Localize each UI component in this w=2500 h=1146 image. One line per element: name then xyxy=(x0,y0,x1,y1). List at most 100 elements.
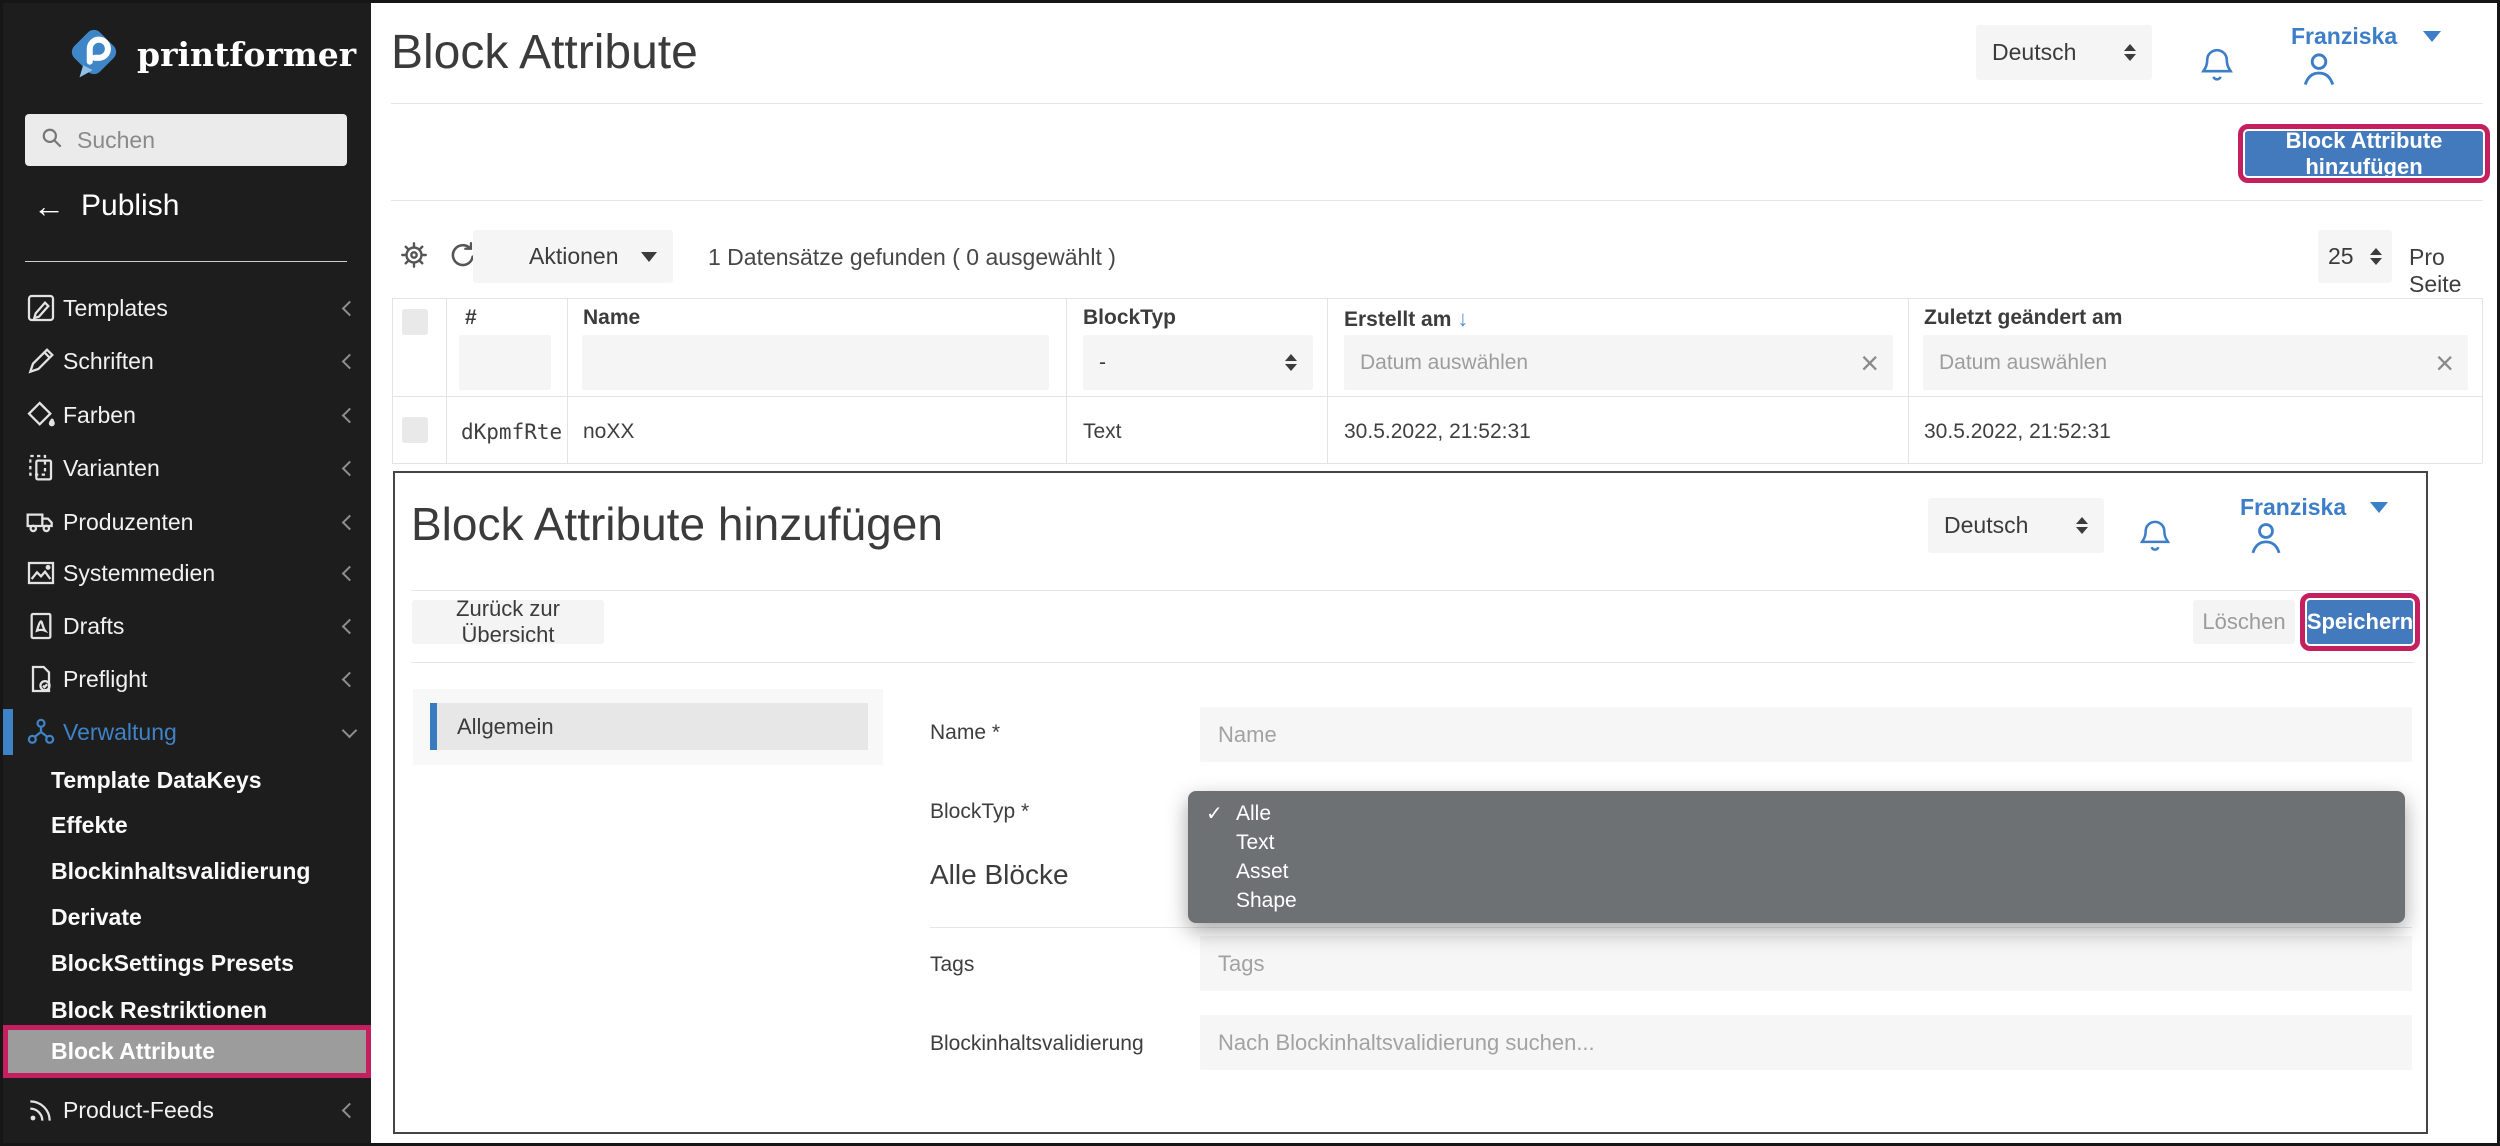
table-border xyxy=(2482,298,2483,463)
blocktyp-dropdown-menu: ✓ Alle Text Asset Shape xyxy=(1188,791,2405,923)
language-select[interactable]: Deutsch xyxy=(1976,25,2152,80)
per-page-select[interactable]: 25 xyxy=(2318,230,2392,283)
select-all-checkbox[interactable] xyxy=(402,309,428,335)
delete-button[interactable]: Löschen xyxy=(2193,600,2295,644)
dropdown-arrow-icon xyxy=(641,252,657,262)
sidebar-subitem-block-attribute[interactable]: Block Attribute xyxy=(3,1025,371,1078)
pen-icon xyxy=(25,345,57,377)
chevron-left-icon xyxy=(342,514,358,530)
sidebar-item-label: Preflight xyxy=(63,666,147,693)
check-icon: ✓ xyxy=(1206,801,1223,826)
search-input[interactable] xyxy=(77,127,333,154)
modal-user-avatar-icon[interactable] xyxy=(2244,517,2288,564)
tags-input[interactable] xyxy=(1200,936,2412,991)
per-page-label: Pro Seite xyxy=(2409,244,2497,298)
caret-down-icon xyxy=(2370,502,2388,513)
sidebar-item-preflight[interactable]: Preflight xyxy=(3,656,371,702)
filter-created-date[interactable]: × xyxy=(1344,335,1893,390)
pdf-icon xyxy=(25,610,57,642)
dropdown-option-asset[interactable]: Asset xyxy=(1188,857,2405,886)
table-border xyxy=(1908,298,1909,463)
chevron-down-icon xyxy=(342,722,358,738)
cell-modified: 30.5.2022, 21:52:31 xyxy=(1924,420,2111,444)
app-window: printformer ← Publish Templates xyxy=(0,0,2500,1146)
truck-icon xyxy=(25,506,57,538)
brand-logo[interactable]: printformer xyxy=(65,23,356,86)
sidebar-subitem-template-datakeys[interactable]: Template DataKeys xyxy=(3,757,371,803)
blockinhaltsvalidierung-input[interactable] xyxy=(1200,1015,2412,1070)
actions-dropdown[interactable]: Aktionen xyxy=(473,230,673,283)
sidebar-item-verwaltung[interactable]: Verwaltung xyxy=(3,709,371,755)
sidebar-item-label: Varianten xyxy=(63,455,160,482)
sidebar-item-varianten[interactable]: Varianten xyxy=(3,445,371,491)
sidebar-search[interactable] xyxy=(25,114,347,166)
caret-down-icon xyxy=(2423,31,2441,42)
sidebar-item-product-feeds[interactable]: Product-Feeds xyxy=(3,1087,371,1133)
notifications-bell-icon[interactable] xyxy=(2196,43,2238,92)
section-heading: Alle Blöcke xyxy=(930,859,1069,891)
column-header-created[interactable]: Erstellt am↓ xyxy=(1344,306,1468,332)
chevron-left-icon xyxy=(342,565,358,581)
column-header-blocktyp[interactable]: BlockTyp xyxy=(1083,306,1176,330)
user-avatar-icon[interactable] xyxy=(2296,47,2342,96)
filter-blocktyp-select[interactable]: - xyxy=(1083,335,1313,390)
sidebar-item-label: Templates xyxy=(63,295,168,322)
publish-label: Publish xyxy=(81,189,179,223)
active-tab-indicator xyxy=(430,703,437,750)
modal-language-select[interactable]: Deutsch xyxy=(1928,498,2104,553)
sidebar-item-templates[interactable]: Templates xyxy=(3,285,371,331)
save-button[interactable]: Speichern xyxy=(2307,600,2413,644)
name-input[interactable] xyxy=(1200,707,2412,762)
clear-filter-icon[interactable]: × xyxy=(2421,347,2468,379)
sidebar-subitem-effekte[interactable]: Effekte xyxy=(3,802,371,848)
select-arrows-icon xyxy=(1285,354,1297,371)
table-border xyxy=(392,396,2482,397)
printformer-logo-icon xyxy=(65,23,123,86)
clear-filter-icon[interactable]: × xyxy=(1846,347,1893,379)
sidebar-item-label: Produzenten xyxy=(63,509,193,536)
sidebar-item-label: Product-Feeds xyxy=(63,1097,214,1124)
template-icon xyxy=(25,292,57,324)
column-header-id[interactable]: # xyxy=(465,306,477,330)
column-header-name[interactable]: Name xyxy=(583,306,640,330)
modal-divider xyxy=(411,662,2414,663)
modal-bell-icon[interactable] xyxy=(2135,515,2175,562)
sidebar-item-systemmedien[interactable]: Systemmedien xyxy=(3,550,371,596)
tab-allgemein[interactable]: Allgemein xyxy=(430,703,868,750)
sidebar-item-drafts[interactable]: Drafts xyxy=(3,603,371,649)
chevron-left-icon xyxy=(342,618,358,634)
back-to-publish[interactable]: ← Publish xyxy=(33,181,179,231)
sidebar-item-farben[interactable]: Farben xyxy=(3,392,371,438)
column-header-modified[interactable]: Zuletzt geändert am xyxy=(1924,306,2122,330)
sidebar-subitem-blockinhaltsvalidierung[interactable]: Blockinhaltsvalidierung xyxy=(3,848,371,894)
search-icon xyxy=(39,125,65,156)
add-block-attribute-button[interactable]: Block Attribute hinzufügen xyxy=(2245,131,2483,176)
back-to-overview-button[interactable]: Zurück zur Übersicht xyxy=(412,600,604,644)
select-arrows-icon xyxy=(2076,517,2088,534)
table-border xyxy=(392,463,2482,464)
settings-gear-icon[interactable] xyxy=(398,239,430,276)
table-border xyxy=(567,298,568,463)
sidebar-item-produzenten[interactable]: Produzenten xyxy=(3,499,371,545)
sidebar-item-label: Systemmedien xyxy=(63,560,215,587)
sort-desc-icon: ↓ xyxy=(1457,306,1468,331)
sidebar-item-schriften[interactable]: Schriften xyxy=(3,338,371,384)
dropdown-option-alle[interactable]: ✓ Alle xyxy=(1188,799,2405,828)
dropdown-option-shape[interactable]: Shape xyxy=(1188,886,2405,915)
section-divider xyxy=(930,927,2412,928)
modal-divider xyxy=(411,590,2414,591)
add-block-attribute-modal: Block Attribute hinzufügen Deutsch Franz… xyxy=(393,471,2428,1134)
table-border xyxy=(446,298,447,463)
row-checkbox[interactable] xyxy=(402,417,428,443)
filter-modified-date[interactable]: × xyxy=(1923,335,2468,390)
sidebar-subitem-derivate[interactable]: Derivate xyxy=(3,894,371,940)
filter-id-input[interactable] xyxy=(459,335,551,390)
filter-name-input[interactable] xyxy=(582,335,1049,390)
paint-bucket-icon xyxy=(25,399,57,431)
sidebar-subitem-blocksettings-presets[interactable]: BlockSettings Presets xyxy=(3,940,371,986)
dropdown-option-text[interactable]: Text xyxy=(1188,828,2405,857)
chevron-left-icon xyxy=(342,671,358,687)
user-menu[interactable]: Franziska xyxy=(2291,23,2441,50)
sidebar-item-label: Verwaltung xyxy=(63,719,177,746)
org-icon xyxy=(25,716,57,748)
